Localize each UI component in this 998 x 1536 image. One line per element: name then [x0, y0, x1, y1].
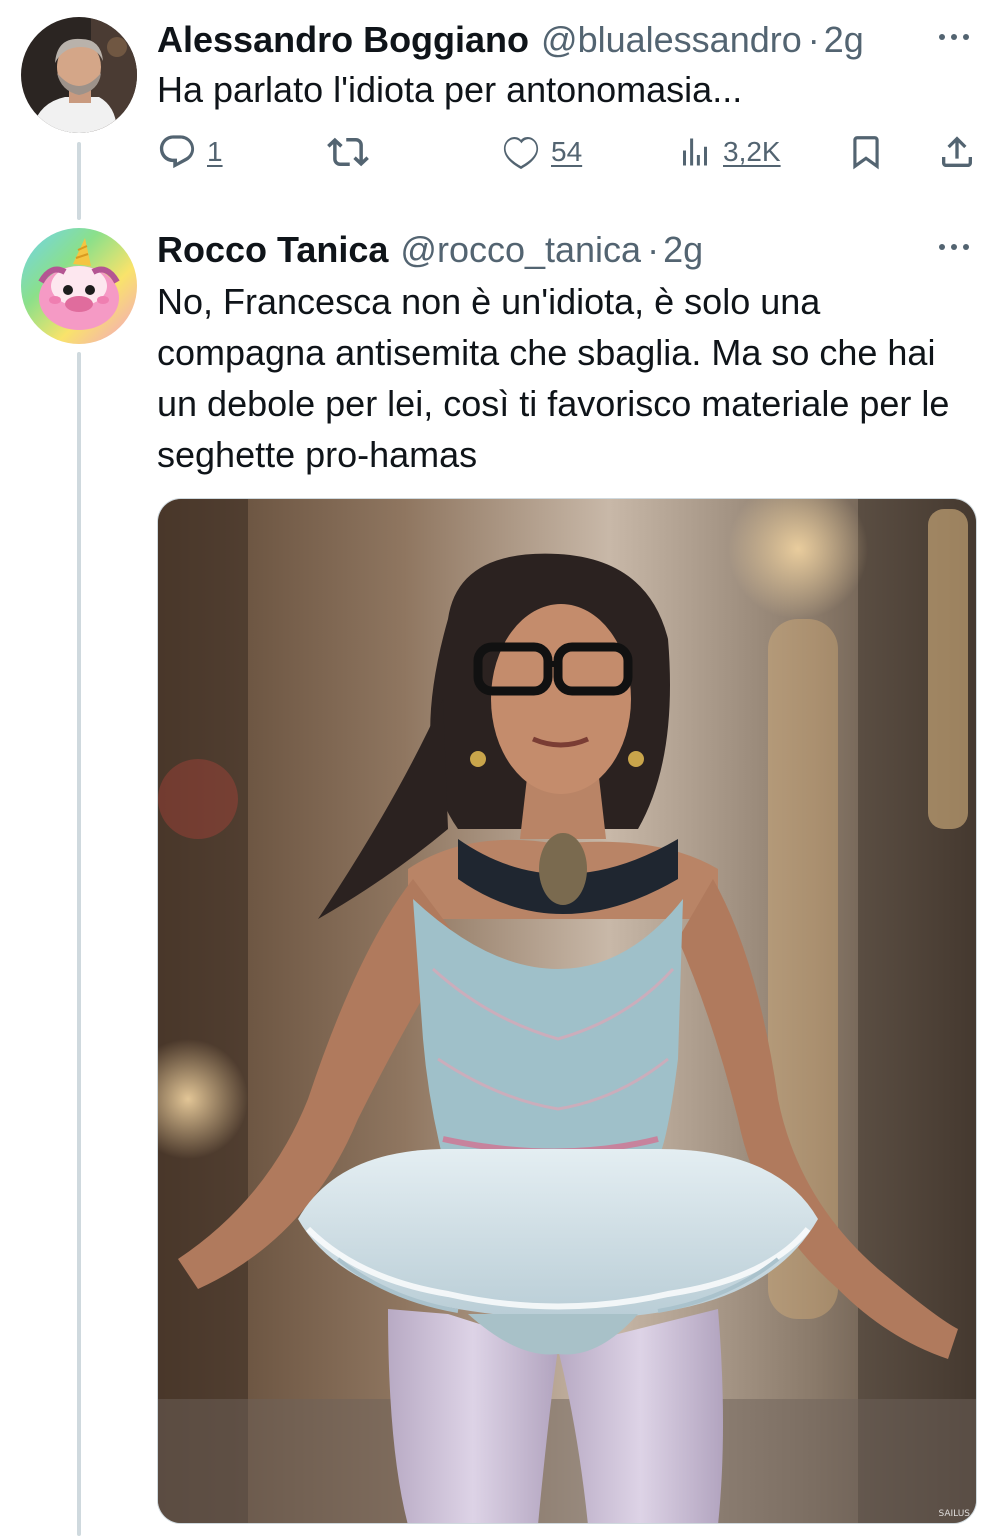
more-horizontal-icon	[939, 244, 969, 250]
tweet-header: Alessandro Boggiano @blualessandro · 2g	[157, 18, 978, 62]
separator-dot: ·	[807, 19, 820, 60]
tweet-time[interactable]: 2g	[824, 19, 864, 61]
like-button[interactable]: 54	[501, 128, 582, 176]
tweet-time[interactable]: 2g	[663, 229, 703, 271]
reply-button[interactable]: 1	[157, 128, 223, 176]
tweet-actions: 1 54 3,2K	[157, 128, 977, 176]
reply-count: 1	[207, 136, 223, 167]
photo-ballerina-tutu-icon	[158, 499, 976, 1523]
tweet-text: No, Francesca non è un'idiota, è solo un…	[157, 281, 950, 475]
author-name[interactable]: Alessandro Boggiano	[157, 19, 529, 61]
retweet-button[interactable]	[327, 128, 379, 176]
thread-line-bottom	[77, 352, 81, 1536]
views-icon	[683, 138, 707, 166]
more-horizontal-icon	[939, 34, 969, 40]
avatar-rocco[interactable]	[21, 228, 137, 344]
views-button[interactable]: 3,2K	[677, 128, 781, 176]
bookmark-button[interactable]	[847, 128, 885, 176]
reply-icon	[159, 135, 195, 169]
thread-line-top	[77, 142, 81, 220]
author-name[interactable]: Rocco Tanica	[157, 229, 388, 271]
avatar-alessandro[interactable]	[21, 17, 137, 133]
media-watermark: SAILUS	[938, 1509, 970, 1519]
heart-icon	[503, 136, 539, 169]
tweet-media-photo[interactable]: SAILUS	[157, 498, 977, 1524]
more-options-button[interactable]	[934, 232, 974, 262]
more-options-button[interactable]	[934, 22, 974, 52]
bookmark-icon	[853, 136, 879, 170]
retweet-icon	[327, 137, 369, 167]
author-handle[interactable]: @rocco_tanica	[400, 229, 641, 271]
tweet-header: Rocco Tanica @rocco_tanica · 2g	[157, 228, 978, 272]
author-handle[interactable]: @blualessandro	[541, 19, 802, 61]
avatar-pink-unicorn-icon	[21, 228, 137, 344]
avatar-photo-man-icon	[21, 17, 137, 133]
like-count: 54	[551, 136, 583, 167]
views-count: 3,2K	[723, 136, 781, 167]
share-button[interactable]	[937, 128, 977, 176]
share-icon	[942, 136, 972, 167]
separator-dot: ·	[647, 229, 660, 270]
tweet-text: Ha parlato l'idiota per antonomasia...	[157, 69, 743, 110]
